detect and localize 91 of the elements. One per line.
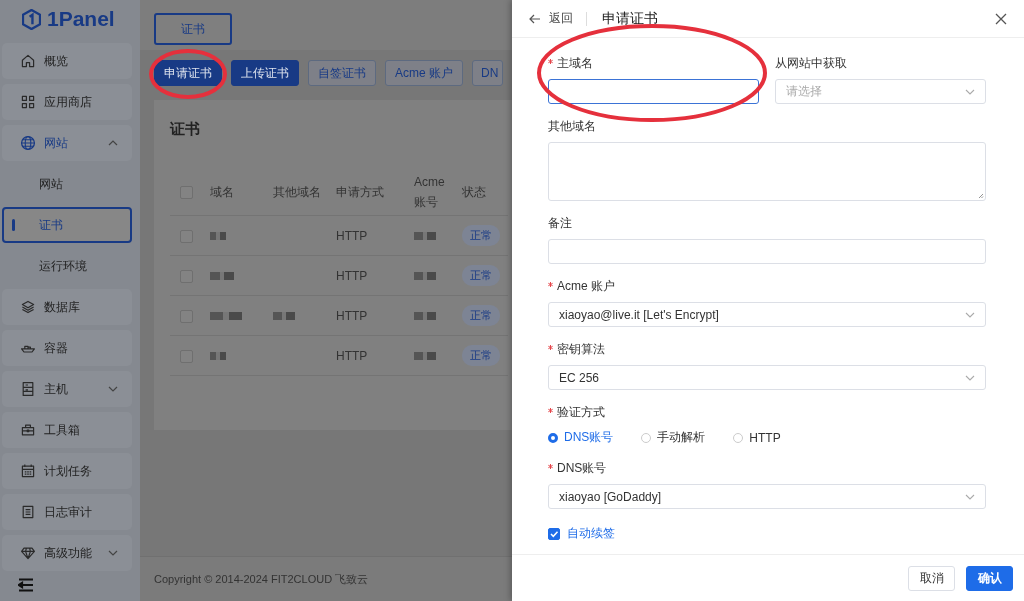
redacted-block (414, 352, 436, 361)
column-header: 状态 (462, 169, 508, 216)
nav-subitem[interactable]: 运行环境 (2, 248, 132, 284)
toolbox-icon (20, 422, 36, 438)
nav-subitem[interactable]: 证书 (2, 207, 132, 243)
redacted-block (210, 272, 234, 281)
action-button[interactable]: 申请证书 (154, 60, 222, 86)
redacted-block (414, 272, 436, 281)
select-field[interactable]: xiaoyao@live.it [Let's Encrypt] (548, 302, 986, 327)
back-arrow-icon (529, 13, 541, 24)
table-cell: HTTP (336, 255, 414, 296)
status-tag: 正常 (462, 265, 500, 286)
nav-subitem[interactable]: 网站 (2, 166, 132, 202)
confirm-button[interactable]: 确认 (966, 565, 1013, 591)
nav-item[interactable]: 计划任务 (2, 453, 132, 489)
server-icon (20, 381, 36, 397)
nav-item[interactable]: 应用商店 (2, 84, 132, 120)
nav-item[interactable]: 概览 (2, 43, 132, 79)
house-icon (20, 53, 36, 69)
radio-option[interactable]: 手动解析 (641, 429, 706, 446)
globe-icon (20, 135, 36, 151)
column-header: 域名 (210, 169, 273, 216)
copyright-text: Copyright © 2014-2024 FIT2CLOUD 飞致云 (140, 556, 512, 601)
nav-item[interactable]: 网站 (2, 125, 132, 161)
required-asterisk-icon (548, 59, 553, 64)
select-field[interactable]: EC 256 (548, 365, 986, 390)
domain-input[interactable] (548, 79, 759, 104)
column-header: 其他域名 (273, 169, 336, 216)
remark-input[interactable] (548, 239, 986, 264)
checkbox[interactable] (548, 527, 560, 540)
close-icon[interactable] (995, 12, 1007, 25)
collapse-menu-icon[interactable] (18, 578, 34, 592)
card-title: 证书 (170, 120, 201, 139)
chevron-down-icon (965, 493, 975, 500)
domains-textarea[interactable] (548, 142, 986, 201)
redacted-block (210, 352, 226, 361)
nav-item[interactable]: 高级功能 (2, 535, 132, 571)
required-asterisk-icon (548, 464, 553, 469)
redacted-block (210, 232, 226, 241)
drawer-title: 申请证书 (602, 9, 659, 28)
nav-item[interactable]: 数据库 (2, 289, 132, 325)
action-button[interactable]: Acme 账户 (385, 60, 463, 86)
chevron-down-icon (965, 88, 975, 95)
chevron-down-icon (965, 374, 975, 381)
table-cell: HTTP (336, 335, 414, 376)
field-label: 备注 (548, 215, 573, 232)
back-button[interactable]: 返回 (529, 10, 573, 27)
diamond-icon (20, 545, 36, 561)
column-header: 申请方式 (336, 169, 414, 216)
cancel-button[interactable]: 取消 (908, 565, 955, 591)
required-asterisk-icon (548, 345, 553, 350)
field-label: 密钥算法 (548, 339, 986, 359)
table-cell: HTTP (336, 215, 414, 256)
select-field[interactable]: xiaoyao [GoDaddy] (548, 484, 986, 509)
redacted-block (210, 312, 242, 321)
table-cell: HTTP (336, 295, 414, 336)
status-tag: 正常 (462, 225, 500, 246)
radio-option[interactable]: DNS账号 (548, 429, 614, 446)
required-asterisk-icon (548, 408, 553, 413)
grid-icon (20, 94, 36, 110)
required-asterisk-icon (548, 282, 553, 287)
field-label: 主域名 (548, 53, 759, 73)
certificate-tab[interactable]: 证书 (154, 13, 232, 45)
nav-item[interactable]: 容器 (2, 330, 132, 366)
column-header: Acme 账号 (414, 169, 462, 216)
logo-text: 1Panel (47, 7, 115, 31)
field-label: 其他域名 (548, 118, 597, 135)
field-label: DNS账号 (548, 458, 986, 478)
calendar-icon (20, 463, 36, 479)
redacted-block (414, 232, 436, 241)
field-label: 验证方式 (548, 402, 986, 422)
document-icon (20, 504, 36, 520)
auto-renew-checkbox[interactable]: 自动续签 (548, 525, 615, 542)
field-label: Acme 账户 (548, 276, 986, 296)
status-tag: 正常 (462, 305, 500, 326)
nav-item[interactable]: 日志审计 (2, 494, 132, 530)
action-button[interactable]: DN (472, 60, 504, 86)
action-button[interactable]: 上传证书 (231, 60, 299, 86)
resize-grip-icon (978, 193, 984, 199)
hexagon-logo-icon (22, 8, 41, 30)
radio-option[interactable]: HTTP (733, 429, 781, 446)
nav-item[interactable]: 工具箱 (2, 412, 132, 448)
redacted-block (273, 312, 295, 321)
status-tag: 正常 (462, 345, 500, 366)
nav-item[interactable]: 主机 (2, 371, 132, 407)
redacted-block (414, 312, 436, 321)
chevron-down-icon (965, 311, 975, 318)
field-label: 从网站中获取 (775, 55, 848, 72)
selection-bar (12, 219, 15, 231)
layers-icon (20, 299, 36, 315)
action-button[interactable]: 自签证书 (308, 60, 376, 86)
